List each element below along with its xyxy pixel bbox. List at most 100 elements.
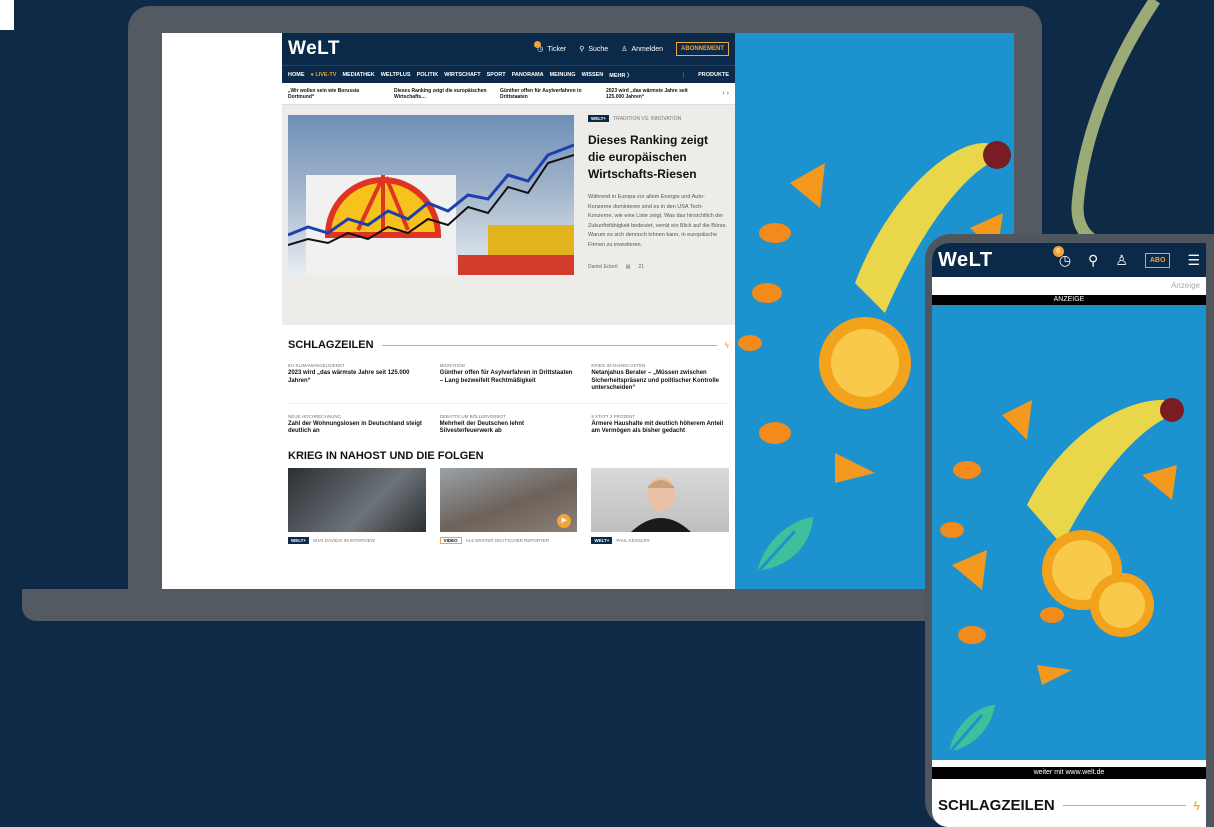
search-icon[interactable]: ⚲ — [1088, 252, 1098, 269]
nav-politik[interactable]: POLITIK — [417, 72, 439, 78]
nav-wissen[interactable]: WISSEN — [582, 72, 604, 78]
video-card[interactable]: WELT+ PAUL KESSLER — [591, 467, 729, 544]
headline-kicker: MIGRATION — [439, 363, 465, 368]
corner-mark — [0, 0, 14, 30]
lightning-icon: ϟ — [1193, 798, 1200, 813]
ticker-item[interactable]: Günther offen für Asylverfahren in Dritt… — [500, 88, 598, 100]
krieg-header: KRIEG IN NAHOST UND DIE FOLGEN — [282, 436, 735, 468]
search-icon: ⚲ — [579, 46, 585, 53]
user-icon[interactable]: ♙ — [1115, 252, 1128, 269]
ad-panel-phone[interactable] — [932, 305, 1206, 760]
card-kicker: PAUL KESSLER — [616, 537, 650, 543]
video-tag: VIDEO — [439, 536, 462, 544]
headline-kicker: KRIEG IM NAHEN OSTEN — [591, 363, 646, 368]
headline-kicker: 9 STATT 2 PROZENT — [591, 413, 636, 419]
section-title: SCHLAGZEILEN — [288, 339, 374, 351]
headline-title: Ärmere Haushalte mit deutlich höherem An… — [591, 420, 724, 435]
section-divider — [381, 344, 717, 346]
nav-live-tv[interactable]: ● LIVE-TV — [311, 72, 337, 78]
comment-count: 21 — [638, 264, 645, 270]
headline-kicker: NEUE HOCHRECHNUNG — [288, 413, 342, 419]
abo-button[interactable]: ABONNEMENT — [676, 42, 729, 56]
card-kicker: SHAI DAVIDAI IM INTERVIEW — [313, 537, 375, 543]
continue-link[interactable]: weiter mit www.welt.de — [932, 767, 1206, 779]
hero-lead: Während in Europa vor allem Energie und … — [588, 194, 728, 248]
nav-wirtschaft[interactable]: WIRTSCHAFT — [444, 72, 480, 78]
video-thumbnail — [288, 467, 426, 532]
login-label: Anmelden — [631, 45, 663, 53]
ticker-count-badge: 6 — [1052, 245, 1064, 257]
ticker-button[interactable]: ◷ Ticker — [534, 41, 567, 53]
shell-chart-illustration — [288, 143, 574, 275]
hero-title[interactable]: Dieses Ranking zeigt die europäischen Wi… — [588, 132, 728, 183]
search-label: Suche — [588, 45, 609, 53]
headline-title: Günther offen für Asylverfahren in Dritt… — [439, 370, 573, 384]
headline-kicker: DEBATTE UM BÖLLERVERBOT — [439, 413, 506, 419]
section-title: SCHLAGZEILEN — [938, 797, 1055, 814]
headline-item[interactable]: 9 STATT 2 PROZENT Ärmere Haushalte mit d… — [591, 408, 729, 436]
hero-meta: WELT+ TRADITION VS. INNOVATION Dieses Ra… — [588, 115, 728, 270]
weltplus-tag: WELT+ — [288, 536, 310, 544]
headline-title: Netanjahus Berater – „Müssen zwischen Si… — [591, 370, 720, 391]
video-thumbnail — [591, 467, 729, 532]
welt-logo[interactable]: WeLT — [938, 249, 993, 272]
hamburger-menu-icon[interactable]: ☰ — [1187, 252, 1200, 269]
hero-kicker: TRADITION VS. INNOVATION — [613, 115, 682, 122]
weltplus-tag: WELT+ — [588, 115, 610, 122]
blank-margin — [162, 33, 282, 589]
schlagzeilen-header: SCHLAGZEILEN ϟ — [282, 325, 735, 357]
nav-produkte[interactable]: PRODUKTE — [683, 71, 729, 78]
headline-item[interactable]: EU-KLIMAWANDELDIENST 2023 wird „das wärm… — [288, 357, 426, 393]
section-title: KRIEG IN NAHOST UND DIE FOLGEN — [288, 449, 484, 462]
nav-mediathek[interactable]: MEDIATHEK — [342, 72, 374, 78]
ticker-item[interactable]: 2023 wird „das wärmste Jahre seit 125.00… — [606, 88, 704, 100]
lightning-icon: ϟ — [724, 340, 729, 350]
ticker-arrows[interactable]: ‹ › — [722, 90, 729, 97]
main-nav: HOME ● LIVE-TV MEDIATHEK WELTPLUS POLITI… — [282, 65, 735, 83]
search-button[interactable]: ⚲ Suche — [579, 45, 609, 54]
hero-author: Daniel Eckert — [588, 264, 618, 270]
video-thumbnail: ▶ — [439, 467, 578, 532]
headline-item[interactable]: NEUE HOCHRECHNUNG Zahl der Wohnungslosen… — [288, 408, 426, 436]
row-divider — [288, 402, 729, 404]
video-card[interactable]: WELT+ SHAI DAVIDAI IM INTERVIEW — [288, 467, 426, 544]
headline-item[interactable]: DEBATTE UM BÖLLERVERBOT Mehrheit der Deu… — [440, 408, 578, 436]
video-grid: WELT+ SHAI DAVIDAI IM INTERVIEW ▶ VIDEO … — [282, 467, 735, 544]
headline-title: Zahl der Wohnungslosen in Deutschland st… — [288, 420, 422, 435]
phone-screen: WeLT ◷ 6 ⚲ ♙ ABO ☰ Anzeige ANZEIGE weite… — [932, 243, 1206, 827]
hero-image — [288, 115, 574, 275]
nav-panorama[interactable]: PANORAMA — [512, 72, 544, 78]
ticker-item[interactable]: „Wir wollen sein wie Borussia Dortmund“ — [288, 88, 386, 100]
ticker-button[interactable]: ◷ 6 — [1052, 245, 1071, 269]
headline-kicker: EU-KLIMAWANDELDIENST — [288, 363, 345, 368]
video-card[interactable]: ▶ VIDEO ALS ERSTER DEUTSCHER REPORTER — [439, 467, 578, 544]
laptop-screen: WeLT ◷ Ticker ⚲ Suche ♙ Anmelden ABONNEM… — [162, 33, 1014, 589]
nav-meinung[interactable]: MEINUNG — [550, 72, 576, 78]
headline-title: 2023 wird „das wärmste Jahre seit 125.00… — [288, 370, 410, 384]
fruit-ad-artwork — [940, 398, 1184, 755]
welt-logo[interactable]: WeLT — [288, 38, 340, 60]
portrait-illustration — [631, 476, 692, 532]
ticker-item[interactable]: Dieses Ranking zeigt die europäischen Wi… — [394, 88, 492, 100]
comment-icon[interactable]: ▤ — [626, 264, 631, 270]
headline-grid: EU-KLIMAWANDELDIENST 2023 wird „das wärm… — [282, 357, 735, 436]
abo-button[interactable]: ABO — [1144, 252, 1171, 268]
phone-schlagzeilen-header: SCHLAGZEILEN ϟ — [932, 779, 1206, 814]
ad-label-small: Anzeige — [1171, 281, 1200, 290]
play-icon[interactable]: ▶ — [557, 513, 572, 528]
welt-desktop-site: WeLT ◷ Ticker ⚲ Suche ♙ Anmelden ABONNEM… — [282, 33, 735, 589]
nav-sport[interactable]: SPORT — [487, 72, 506, 78]
site-header: WeLT ◷ Ticker ⚲ Suche ♙ Anmelden ABONNEM… — [282, 33, 735, 65]
nav-mehr[interactable]: MEHR 〉 — [609, 71, 632, 79]
nav-weltplus[interactable]: WELTPLUS — [381, 72, 411, 78]
hero-teaser[interactable]: WELT+ TRADITION VS. INNOVATION Dieses Ra… — [282, 105, 735, 325]
nav-home[interactable]: HOME — [288, 72, 305, 78]
login-button[interactable]: ♙ Anmelden — [621, 45, 663, 54]
headline-item[interactable]: KRIEG IM NAHEN OSTEN Netanjahus Berater … — [591, 357, 729, 393]
headline-item[interactable]: MIGRATION Günther offen für Asylverfahre… — [440, 357, 578, 393]
weltplus-tag: WELT+ — [591, 536, 613, 544]
headline-title: Mehrheit der Deutschen lehnt Silvesterfe… — [439, 420, 525, 435]
ticker-label: Ticker — [547, 45, 567, 53]
section-divider — [1062, 805, 1186, 806]
user-icon: ♙ — [621, 46, 628, 53]
